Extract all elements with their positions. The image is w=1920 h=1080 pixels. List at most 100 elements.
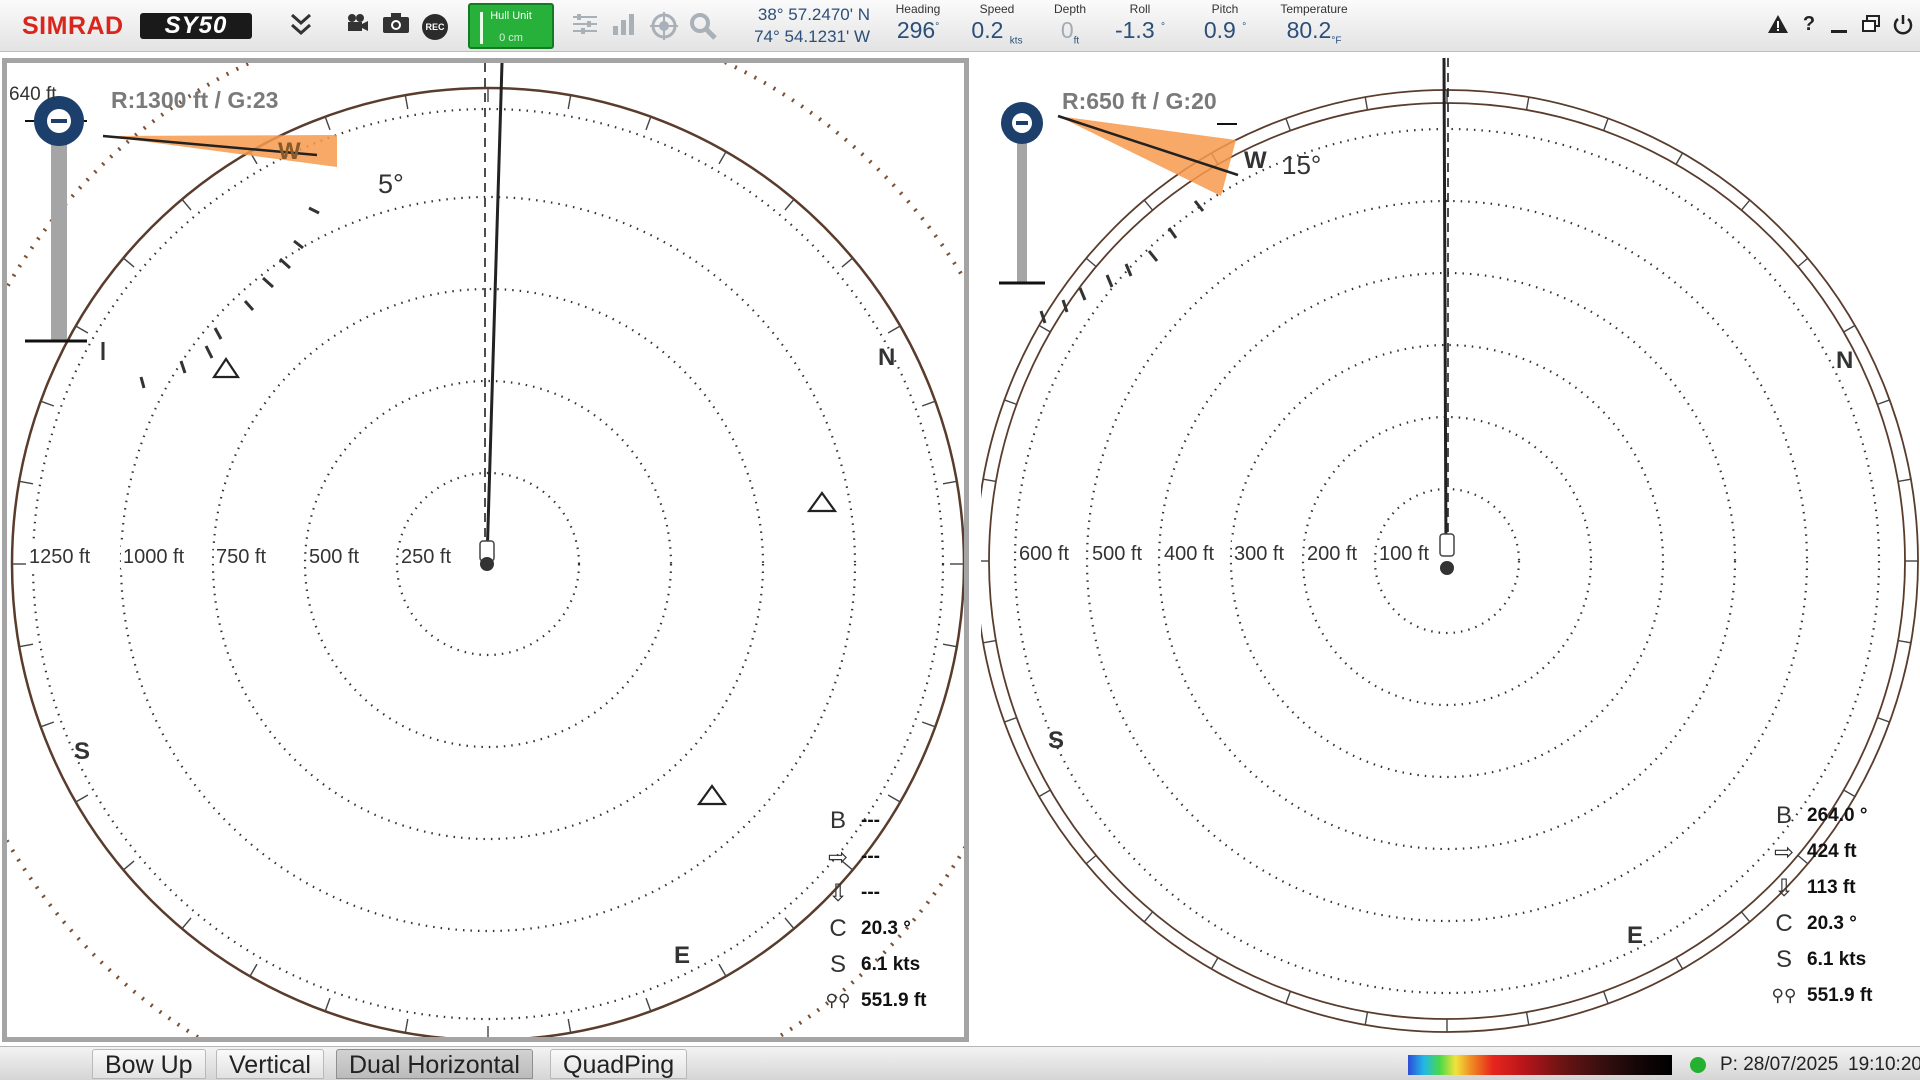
help-icon[interactable]: ?	[1796, 13, 1822, 36]
brand-logo: SIMRAD	[22, 12, 124, 40]
tilt-angle-label: 15°	[1282, 150, 1321, 180]
warning-icon[interactable]	[1765, 13, 1791, 41]
bearing-tick	[19, 643, 34, 648]
minimize-icon[interactable]	[1826, 13, 1852, 41]
bearing-tick	[1675, 957, 1684, 970]
bearing-tick	[324, 116, 331, 131]
hull-unit-button[interactable]: Hull Unit 0 cm	[468, 3, 554, 49]
cardinal-east: E	[674, 942, 690, 969]
left-sonar-view[interactable]: W 640 ft R:1300 ft / G:23 5° 250 ft 500 …	[2, 58, 969, 1042]
range-label-300: 300 ft	[1234, 543, 1284, 565]
range-label-100: 100 ft	[1379, 543, 1429, 565]
photo-camera-icon[interactable]	[381, 12, 411, 40]
bearing-tick	[784, 198, 795, 211]
bearing-tick	[887, 325, 901, 334]
horizontal-range-icon: ⇨	[1773, 838, 1795, 866]
bearing-tick	[1285, 991, 1292, 1004]
fan-marker-ticks	[101, 206, 320, 389]
depth-indicator: Depth 0ft	[1050, 2, 1090, 47]
bar-chart-icon[interactable]	[609, 12, 639, 40]
bearing-tick	[1143, 911, 1154, 923]
bearing-tick	[841, 257, 854, 268]
tab-quadping[interactable]: QuadPing	[550, 1049, 688, 1079]
tilt-slider-track[interactable]	[51, 123, 67, 341]
settings-sliders-icon[interactable]	[570, 12, 600, 40]
gps-position: 38° 57.2470' N 74° 54.1231' W	[740, 4, 870, 48]
cardinal-south: S	[74, 738, 90, 765]
roll-value: -1.3	[1114, 17, 1155, 43]
bearing-tick	[1004, 399, 1017, 406]
cardinal-south: S	[1048, 727, 1064, 754]
record-icon[interactable]: REC	[422, 14, 448, 40]
magnifier-icon[interactable]	[688, 12, 718, 40]
bearing-tick	[1525, 97, 1530, 111]
bearing-tick	[40, 400, 55, 407]
date-readout: P: 28/07/2025	[1720, 1054, 1839, 1075]
bearing-tick	[1038, 324, 1051, 333]
hull-unit-value: 0 cm	[499, 32, 523, 44]
vertical-depth-icon: ⇩	[827, 879, 849, 907]
restore-icon[interactable]	[1858, 13, 1884, 41]
video-camera-icon[interactable]	[342, 12, 372, 40]
bearing-tick	[1085, 854, 1097, 865]
right-sonar-view[interactable]: W 15° R:650 ft / G:20 100 ft 200 ft 300 …	[981, 58, 1920, 1042]
cardinal-east: E	[1627, 922, 1643, 949]
temperature-label: Temperature	[1280, 2, 1348, 16]
bearing-tick	[921, 400, 936, 407]
bearing-tick	[921, 721, 936, 728]
range-gain-label: R:1300 ft / G:23	[111, 87, 278, 113]
bearing-tick	[1877, 399, 1890, 406]
bearing-tick	[1740, 199, 1751, 211]
tab-vertical[interactable]: Vertical	[216, 1049, 324, 1079]
target-info-panel: B 264.0 ° ⇨ 424 ft ⇩ 113 ft C 20.3 ° S 6.1 kt…	[1765, 798, 1905, 1014]
course-value: 20.3 °	[1807, 913, 1857, 934]
target-bearing: ---	[861, 810, 880, 831]
bearing-tick	[122, 860, 135, 871]
bearing-tick	[1602, 118, 1609, 131]
bearing-tick	[1364, 97, 1369, 111]
bearing-tick	[75, 325, 89, 334]
bearing-tick	[1004, 716, 1017, 723]
bearing-tick	[1364, 1011, 1369, 1025]
target-icon[interactable]	[649, 12, 679, 40]
bearing-tick	[122, 257, 135, 268]
bearing-tick	[1797, 257, 1809, 268]
status-indicator	[1690, 1057, 1706, 1073]
bearing-tick	[983, 639, 997, 644]
roll-indicator: Roll -1.3 °	[1105, 2, 1175, 44]
target-horizontal-range: 424 ft	[1807, 841, 1857, 862]
bearing-tick	[1843, 789, 1856, 798]
range-label-500: 500 ft	[1092, 543, 1142, 565]
bearing-tick	[181, 198, 192, 211]
bearing-wedge[interactable]	[1058, 116, 1236, 196]
pitch-unit: °	[1242, 21, 1247, 33]
target-marker[interactable]	[696, 784, 728, 806]
cardinal-north: N	[1836, 347, 1853, 374]
bearing-tick	[1602, 991, 1609, 1004]
speed-value-info: 6.1 kts	[861, 954, 921, 975]
speed-indicator: Speed 0.2 kts	[962, 2, 1032, 47]
tab-bow-up[interactable]: Bow Up	[92, 1049, 206, 1079]
echo-color-scale	[1408, 1055, 1672, 1075]
bearing-tick	[1897, 478, 1911, 483]
bearing-tick	[942, 480, 957, 485]
bearing-tick	[1285, 118, 1292, 131]
depth-label: Depth	[1053, 2, 1087, 16]
tilt-slider-track[interactable]	[1017, 120, 1027, 282]
speed-symbol: S	[1775, 946, 1792, 973]
horizontal-range-icon: ⇨	[827, 843, 849, 871]
bearing-wedge-label: W	[278, 138, 301, 165]
target-marker[interactable]	[211, 357, 241, 379]
speed-unit: kts	[1009, 35, 1023, 47]
bearing-tick	[1675, 152, 1684, 165]
tab-dual-horizontal[interactable]: Dual Horizontal	[336, 1049, 533, 1079]
top-toolbar: SIMRAD SY50 REC Hull Unit 0 cm 38° 57.24…	[0, 0, 1920, 52]
target-vertical-depth: 113 ft	[1807, 877, 1856, 898]
power-icon[interactable]	[1890, 13, 1916, 41]
target-marker[interactable]	[806, 491, 838, 513]
heading-indicator: Heading 296°	[888, 2, 948, 44]
range-label-200: 200 ft	[1307, 543, 1357, 565]
bearing-tick	[645, 997, 652, 1012]
chevron-double-down-icon[interactable]	[286, 12, 316, 40]
range-label-1000: 1000 ft	[123, 546, 185, 568]
